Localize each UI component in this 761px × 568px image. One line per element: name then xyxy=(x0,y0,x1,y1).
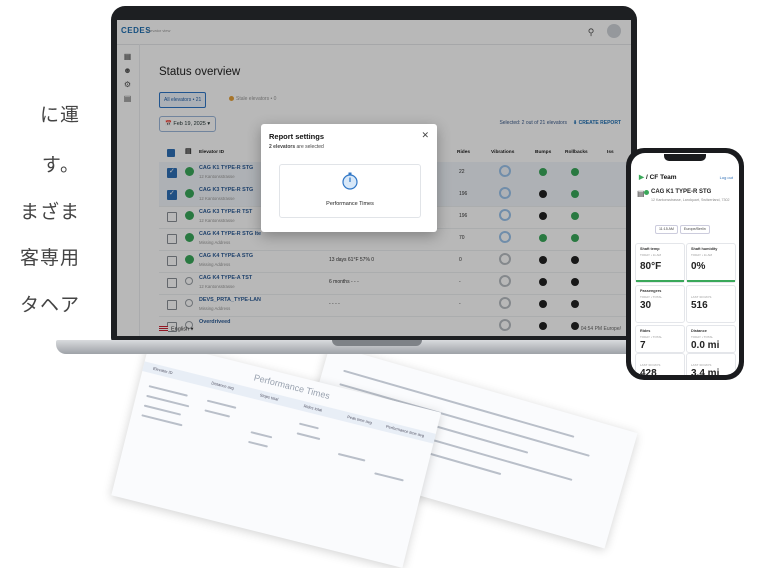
stat-title: Distance xyxy=(691,329,707,333)
phone-screen: ▶ / CF Team Log out ▤ CAG K1 TYPE-R STG 1… xyxy=(631,153,739,375)
stat-subtitle: TODAY • TOTAL xyxy=(691,335,714,339)
phone-elevator-address: 12 Kantonsstrasse, Landquart, Switzerlan… xyxy=(651,198,730,202)
stat-subtitle: TODAY • 11 AM xyxy=(691,253,713,257)
phone-notch xyxy=(664,154,706,161)
stat-value: 428 xyxy=(640,368,657,375)
stat-value: 7 xyxy=(640,340,646,351)
laptop-notch xyxy=(332,340,422,346)
jp-text-1: に運 xyxy=(39,104,80,126)
stat-title: Shaft humidity xyxy=(691,247,718,251)
time-pill: 11:15 AM xyxy=(655,225,678,234)
laptop-screen: CEDES elevator view ⚲ ▦ ☻ ⚙ ▤ Status ove… xyxy=(117,20,631,336)
stat-title: Rides xyxy=(640,329,651,333)
jp-text-5: タヘア xyxy=(19,294,80,316)
stat-value: 0% xyxy=(691,261,706,272)
modal-title: Report settings xyxy=(269,132,325,141)
stat-card: LAST 30 DAYS 428 xyxy=(635,353,685,375)
modal-subtitle-rest: are selected xyxy=(295,144,324,150)
stat-bar xyxy=(636,280,684,282)
stat-subtitle: TODAY • TOTAL xyxy=(640,295,663,299)
performance-times-card[interactable]: Performance Times xyxy=(279,164,421,218)
phone-elevator-name: CAG K1 TYPE-R STG xyxy=(651,189,712,195)
performance-times-label: Performance Times xyxy=(326,201,374,207)
logout-link[interactable]: Log out xyxy=(720,175,733,180)
stat-card: Passengers TODAY • TOTAL 30 xyxy=(635,285,685,323)
stat-value: 30 xyxy=(640,300,652,311)
team-label: / CF Team xyxy=(646,174,677,181)
stat-value: 80°F xyxy=(640,261,662,272)
jp-text-3: まざま xyxy=(19,201,80,223)
stat-value: 516 xyxy=(691,300,708,311)
jp-text-4: 客専用 xyxy=(19,247,80,269)
stat-card: Shaft humidity TODAY • 11 AM 0% xyxy=(686,243,736,283)
modal-subtitle: 2 elevators are selected xyxy=(269,144,324,150)
timezone-pill: Europe/Berlin xyxy=(679,225,710,234)
jp-text-2: す。 xyxy=(41,154,80,176)
stat-subtitle: TODAY • 11 AM xyxy=(640,253,662,257)
stat-card: LAST 30 DAYS 3.4 mi xyxy=(686,353,736,375)
stopwatch-icon xyxy=(342,172,358,190)
stat-card: Distance TODAY • TOTAL 0.0 mi xyxy=(686,325,736,353)
team-title: ▶ / CF Team xyxy=(639,174,677,181)
stat-card: Shaft temp TODAY • 11 AM 80°F xyxy=(635,243,685,283)
stat-title: Shaft temp xyxy=(640,247,660,251)
report-settings-modal: Report settings 2 elevators are selected… xyxy=(261,124,437,232)
modal-selected-count: 2 elevators xyxy=(269,144,296,150)
stat-bar xyxy=(687,280,735,282)
time-pills: 11:15 AM Europe/Berlin xyxy=(655,217,712,234)
stat-value: 3.4 mi xyxy=(691,368,720,375)
close-icon[interactable]: ✕ xyxy=(421,130,429,141)
stat-subtitle: LAST 30 DAYS xyxy=(691,295,712,299)
stat-card: LAST 30 DAYS 516 xyxy=(686,285,736,323)
stat-subtitle: LAST 30 DAYS xyxy=(691,363,712,367)
stat-card: Rides TODAY • TOTAL 7 xyxy=(635,325,685,353)
stat-value: 0.0 mi xyxy=(691,340,720,351)
stat-subtitle: TODAY • TOTAL xyxy=(640,335,663,339)
stat-subtitle: LAST 30 DAYS xyxy=(640,363,661,367)
online-status-dot xyxy=(644,190,649,195)
stat-title: Passengers xyxy=(640,289,662,293)
